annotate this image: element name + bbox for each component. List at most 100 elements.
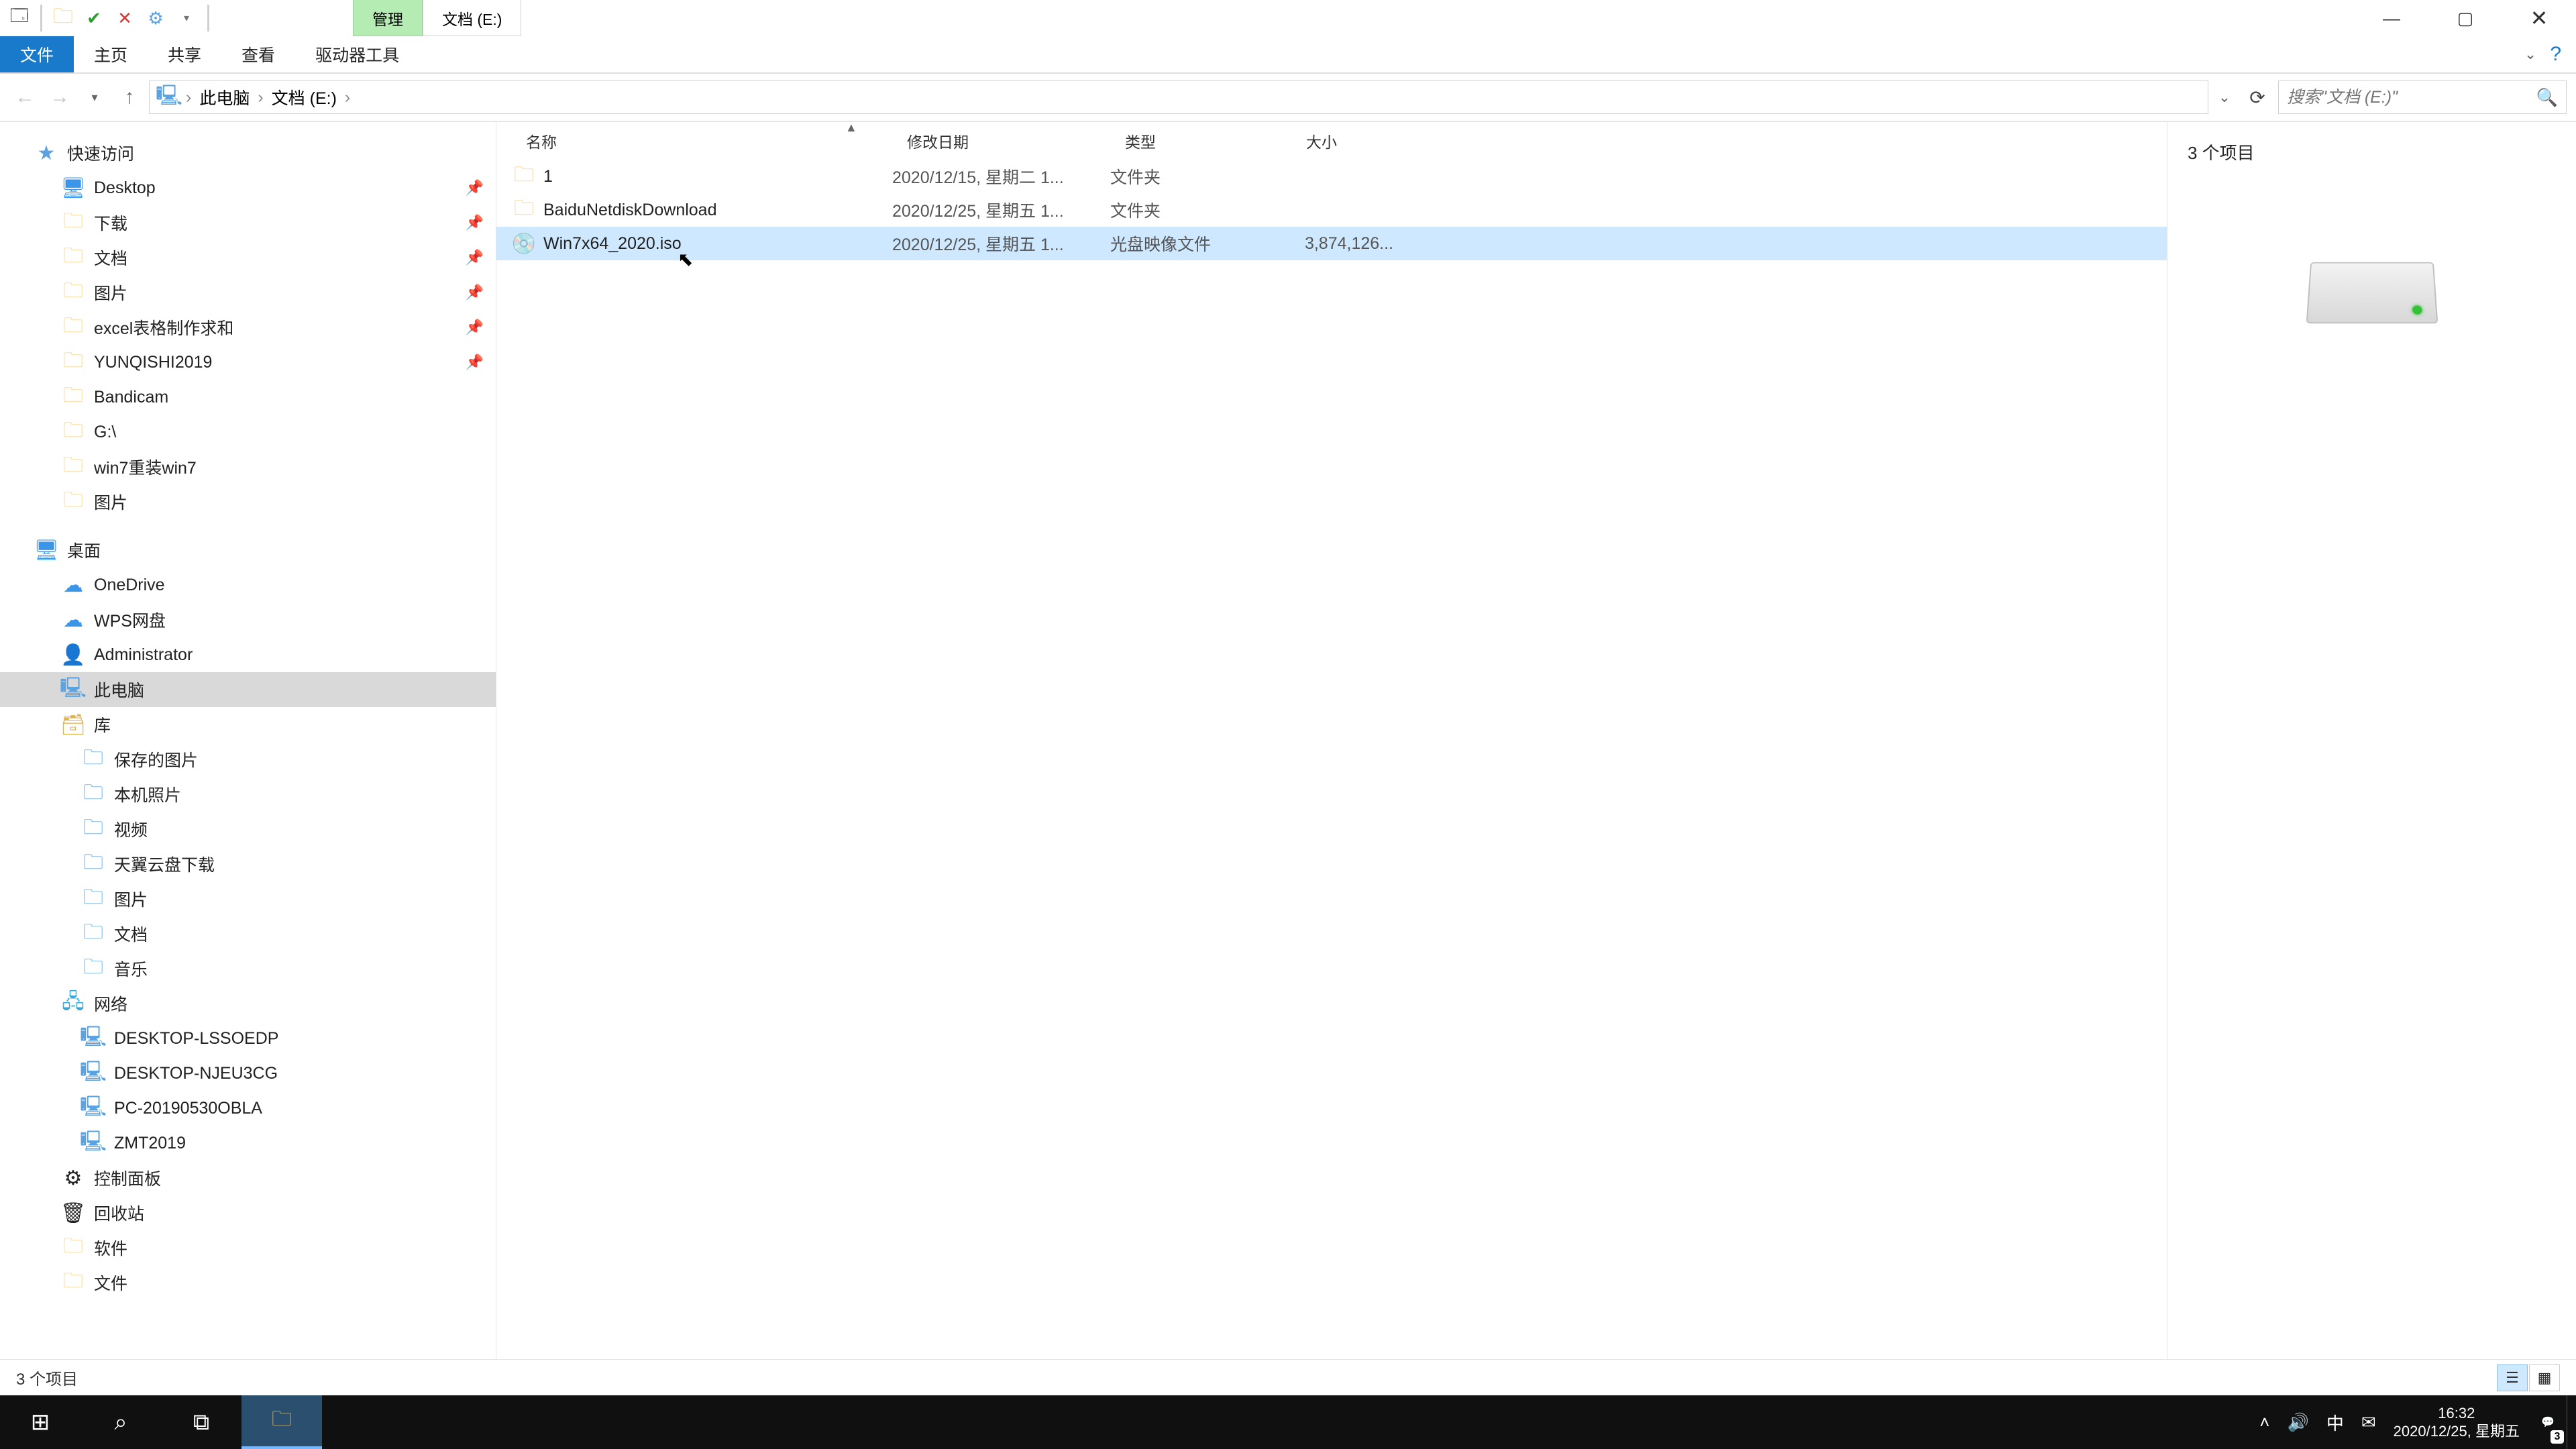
mail-icon[interactable]: ✉ [2361,1412,2376,1433]
folder-icon: 🗀 [60,419,86,445]
file-row[interactable]: 🗀12020/12/15, 星期二 1...文件夹 [496,160,2167,193]
chevron-right-icon[interactable]: › [258,88,263,107]
app-icon[interactable]: 🗔 [7,5,32,31]
qat-dropdown-icon[interactable]: ▾ [174,5,199,31]
up-button[interactable]: ↑ [114,82,145,113]
thumbnails-view-button[interactable]: ▦ [2529,1364,2560,1391]
file-row[interactable]: 💿Win7x64_2020.iso2020/12/25, 星期五 1...光盘映… [496,227,2167,260]
tree-item[interactable]: 🗀文档📌 [0,240,496,275]
volume-icon[interactable]: 🔊 [2287,1412,2308,1433]
pin-icon: 📌 [466,214,484,231]
breadcrumb-segment[interactable]: 文档 (E:) [268,85,341,109]
ime-indicator[interactable]: 中 [2326,1410,2344,1435]
tree-item[interactable]: ☁WPS网盘 [0,602,496,637]
cloud-icon: ☁ [60,607,86,633]
tree-item[interactable]: 🖳DESKTOP-NJEU3CG [0,1056,496,1091]
column-date[interactable]: 修改日期 [892,129,1110,152]
ribbon-tab[interactable]: 查看 [221,36,295,72]
help-icon[interactable]: ? [2550,43,2561,66]
tree-item[interactable]: 🗀音乐 [0,951,496,986]
view-toggle: ☰ ▦ [2497,1364,2560,1391]
ribbon: 文件主页共享查看驱动器工具 ⌄ ? [0,36,2576,74]
tree-item[interactable]: 🗀图片 [0,881,496,916]
tree-item[interactable]: 🗀软件 [0,1230,496,1265]
ribbon-tab[interactable]: 文件 [0,36,74,72]
minimize-button[interactable]: — [2355,0,2428,36]
close-button[interactable]: ✕ [2502,0,2576,36]
tree-item[interactable]: 🗀Bandicam [0,380,496,415]
tree-item[interactable]: 🖳DESKTOP-LSSOEDP [0,1021,496,1056]
taskbar-clock[interactable]: 16:32 2020/12/25, 星期五 [2384,1395,2529,1449]
chevron-right-icon[interactable]: › [345,88,350,107]
props-icon[interactable]: ⚙ [143,5,168,31]
tree-item[interactable]: 🗀本机照片 [0,777,496,812]
tree-item[interactable]: 🖧网络 [0,986,496,1021]
ribbon-tab[interactable]: 驱动器工具 [295,36,419,72]
tree-item[interactable]: 👤Administrator [0,637,496,672]
search-button[interactable]: ⌕ [80,1395,161,1449]
tree-item-label: 桌面 [67,538,101,562]
tree-item[interactable]: 🖥Desktop📌 [0,170,496,205]
file-row[interactable]: 🗀BaiduNetdiskDownload2020/12/25, 星期五 1..… [496,193,2167,227]
column-size[interactable]: 大小 [1291,129,1405,152]
open-folder-icon[interactable]: 🗀 [50,5,76,31]
column-type[interactable]: 类型 [1110,129,1291,152]
tree-item[interactable]: 🗀图片📌 [0,275,496,310]
breadcrumb-segment[interactable]: 此电脑 [195,85,254,109]
expand-ribbon-icon[interactable]: ⌄ [2524,46,2536,63]
navigation-tree[interactable]: ★快速访问🖥Desktop📌🗀下载📌🗀文档📌🗀图片📌🗀excel表格制作求和📌🗀… [0,122,496,1359]
tree-item[interactable]: 🗀保存的图片 [0,742,496,777]
tree-item[interactable]: 🖳PC-20190530OBLA [0,1091,496,1126]
tree-item[interactable]: 🗀YUNQISHI2019📌 [0,345,496,380]
task-view-button[interactable]: ⧉ [161,1395,241,1449]
breadcrumb[interactable]: 🖳 › 此电脑 › 文档 (E:) › [149,80,2208,114]
action-center-button[interactable]: 💬 3 [2529,1395,2567,1449]
address-dropdown[interactable]: ⌄ [2212,89,2237,106]
details-view-button[interactable]: ☰ [2497,1364,2528,1391]
box-icon: 🗀 [80,747,106,772]
tree-item[interactable]: 🗀文档 [0,916,496,951]
forward-button[interactable]: → [44,82,75,113]
search-input[interactable] [2287,88,2528,107]
tree-item[interactable]: 🗀天翼云盘下载 [0,847,496,881]
tree-item[interactable]: 🖳此电脑 [0,672,496,707]
tree-item[interactable]: 🗀下载📌 [0,205,496,240]
explorer-taskbar-button[interactable]: 🗀 [241,1395,322,1449]
tree-item-label: 控制面板 [94,1166,161,1190]
show-desktop-button[interactable] [2567,1395,2576,1449]
box-icon: 🗀 [80,782,106,807]
history-dropdown[interactable]: ▾ [79,82,110,113]
column-headers: 名称 ▲ 修改日期 类型 大小 [496,122,2167,160]
tree-item[interactable]: ⚙控制面板 [0,1161,496,1195]
tree-item[interactable]: 🗀文件 [0,1265,496,1300]
tree-item[interactable]: 🗀win7重装win7 [0,449,496,484]
ribbon-tab[interactable]: 共享 [148,36,221,72]
folder-icon: 🗀 [60,489,86,515]
folder-icon: 🗀 [60,350,86,375]
tree-item[interactable]: 🗀excel表格制作求和📌 [0,310,496,345]
contextual-tab[interactable]: 管理 [353,0,423,36]
back-button[interactable]: ← [9,82,40,113]
check-icon[interactable]: ✔ [81,5,107,31]
tree-item[interactable]: 🗑回收站 [0,1195,496,1230]
status-text: 3 个项目 [16,1366,78,1389]
close-icon[interactable]: ✕ [112,5,138,31]
tree-item[interactable]: 🖳ZMT2019 [0,1126,496,1161]
refresh-button[interactable]: ⟳ [2241,80,2274,114]
chevron-right-icon[interactable]: › [186,88,191,107]
search-box[interactable]: 🔍 [2278,80,2567,114]
start-button[interactable]: ⊞ [0,1395,80,1449]
tree-item[interactable]: 🗀图片 [0,484,496,519]
tree-item[interactable]: 🖥桌面 [0,533,496,568]
search-icon[interactable]: 🔍 [2536,87,2558,108]
tree-item[interactable]: ☁OneDrive [0,568,496,602]
box-icon: 🗀 [80,851,106,877]
column-name[interactable]: 名称 [496,129,892,152]
tree-item[interactable]: 🗃库 [0,707,496,742]
tree-item[interactable]: ★快速访问 [0,136,496,170]
tree-item[interactable]: 🗀G:\ [0,415,496,449]
tree-item[interactable]: 🗀视频 [0,812,496,847]
tray-overflow-icon[interactable]: ˄ [2259,1412,2269,1433]
ribbon-tab[interactable]: 主页 [74,36,148,72]
maximize-button[interactable]: ▢ [2428,0,2502,36]
